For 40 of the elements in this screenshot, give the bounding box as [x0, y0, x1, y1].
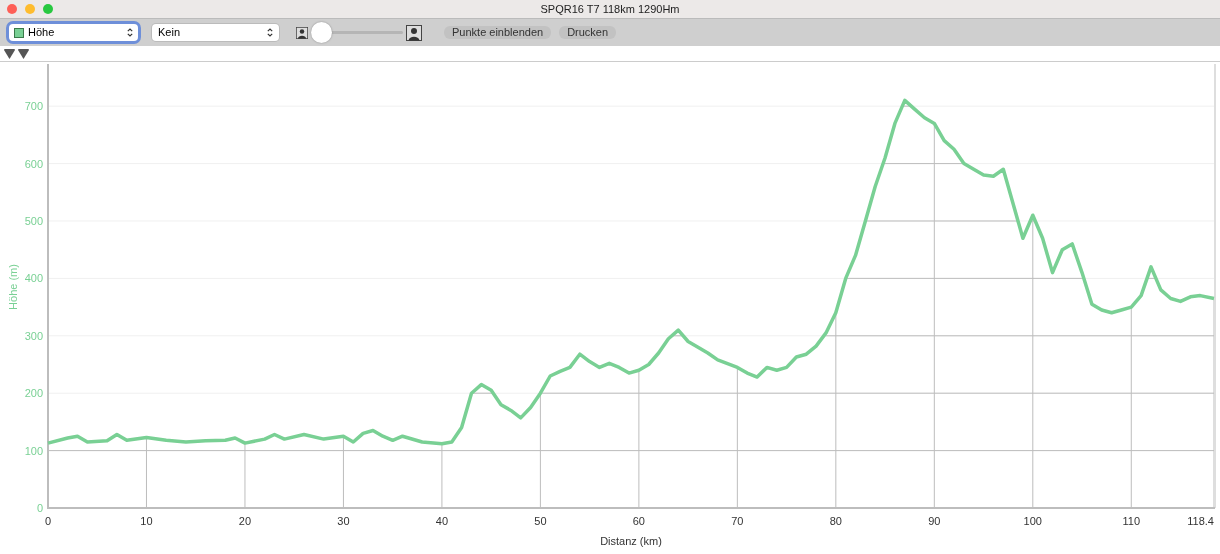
- close-button[interactable]: [7, 4, 17, 14]
- color-swatch-icon: [14, 27, 24, 38]
- axis-tick-label: 600: [24, 157, 43, 170]
- maximize-button[interactable]: [43, 4, 53, 14]
- compare-select[interactable]: Kein: [152, 24, 279, 41]
- axis-tick-label: 110: [1122, 515, 1141, 527]
- axis-tick-label: 300: [24, 329, 43, 342]
- axis-tick-label: 100: [24, 444, 43, 457]
- minimize-button[interactable]: [25, 4, 35, 14]
- person-icon: [296, 26, 308, 39]
- axis-tick-label: 200: [24, 387, 43, 400]
- marker-icon[interactable]: [18, 48, 29, 59]
- axis-tick-label: 700: [24, 100, 43, 113]
- axis-tick-label: 0: [44, 515, 52, 527]
- axis-tick-label: 10: [140, 515, 153, 527]
- toolbar-button[interactable]: Drucken: [559, 26, 617, 39]
- chevron-icon: [127, 28, 133, 37]
- axis-tick-label: 50: [534, 515, 547, 527]
- axis-tick-label: 70: [731, 515, 744, 527]
- axis-tick-label: 500: [24, 215, 43, 227]
- axis-title: Distanz (km): [600, 535, 662, 547]
- axis-tick-label: 20: [238, 515, 252, 527]
- chevron-icon: [267, 28, 273, 37]
- axis-tick-label: 100: [1023, 515, 1042, 527]
- axis-tick-label: 0: [36, 502, 43, 514]
- window-title: SPQR16 T7 118km 1290Hm: [540, 1, 680, 17]
- metric-select[interactable]: Höhe: [9, 24, 138, 41]
- axis-tick-label: 400: [24, 272, 43, 285]
- marker-icon[interactable]: [4, 48, 15, 59]
- slider-thumb[interactable]: [311, 22, 332, 43]
- toolbar-button[interactable]: Punkte einblenden: [444, 26, 552, 39]
- axis-tick-label: 80: [829, 515, 842, 527]
- axis-title: Höhe (m): [7, 264, 19, 310]
- axis-tick-label: 40: [435, 515, 449, 527]
- person-icon: [406, 24, 422, 41]
- axis-tick-label: 118.4: [1187, 515, 1214, 527]
- axis-tick-label: 30: [337, 515, 350, 527]
- axis-tick-label: 90: [928, 515, 941, 527]
- axis-tick-label: 60: [632, 515, 645, 527]
- zoom-slider[interactable]: [311, 22, 403, 43]
